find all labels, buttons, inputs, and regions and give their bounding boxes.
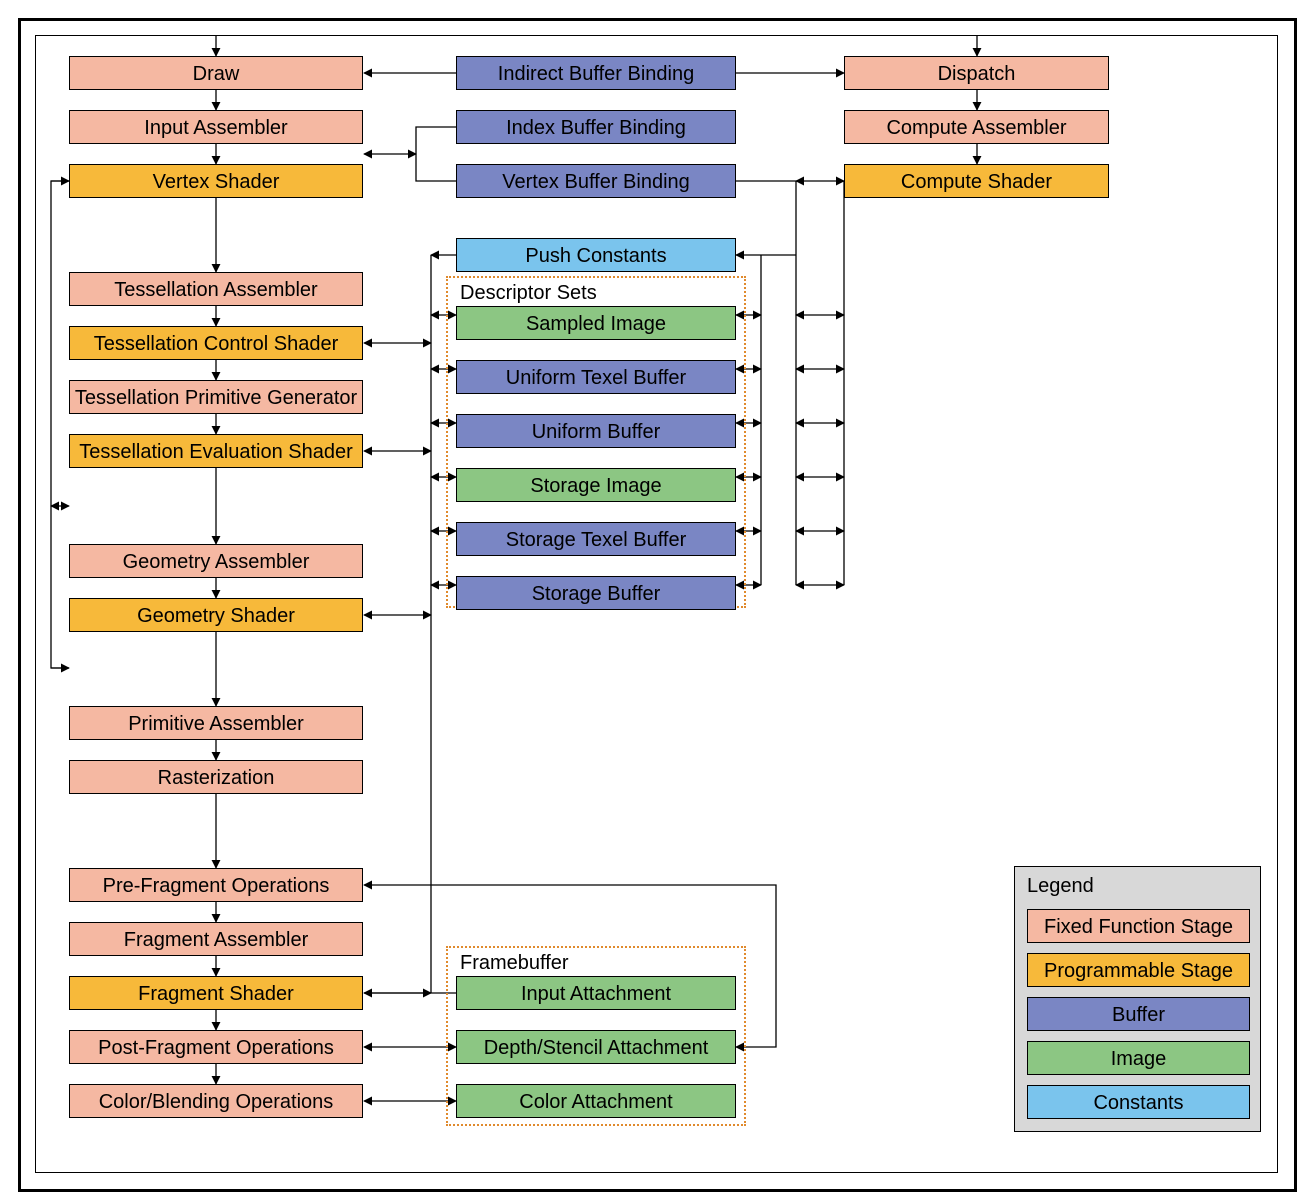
legend: Legend Fixed Function Stage Programmable… (1014, 866, 1261, 1132)
input-attachment: Input Attachment (456, 976, 736, 1010)
legend-buffer: Buffer (1027, 997, 1250, 1031)
legend-title: Legend (1027, 875, 1094, 898)
stage-tess-eval: Tessellation Evaluation Shader (69, 434, 363, 468)
color-attachment: Color Attachment (456, 1084, 736, 1118)
stage-tess-prim-gen: Tessellation Primitive Generator (69, 380, 363, 414)
stage-dispatch: Dispatch (844, 56, 1109, 90)
outer-frame: Draw Input Assembler Vertex Shader Tesse… (18, 18, 1297, 1192)
stage-tess-assembler: Tessellation Assembler (69, 272, 363, 306)
storage-texel-buffer: Storage Texel Buffer (456, 522, 736, 556)
depth-stencil-attachment: Depth/Stencil Attachment (456, 1030, 736, 1064)
uniform-buffer: Uniform Buffer (456, 414, 736, 448)
vertex-buffer-binding: Vertex Buffer Binding (456, 164, 736, 198)
stage-post-fragment: Post-Fragment Operations (69, 1030, 363, 1064)
stage-geom-assembler: Geometry Assembler (69, 544, 363, 578)
framebuffer-label: Framebuffer (460, 952, 569, 975)
uniform-texel-buffer: Uniform Texel Buffer (456, 360, 736, 394)
stage-rasterization: Rasterization (69, 760, 363, 794)
stage-tess-control: Tessellation Control Shader (69, 326, 363, 360)
stage-draw: Draw (69, 56, 363, 90)
legend-fixed: Fixed Function Stage (1027, 909, 1250, 943)
stage-fragment-shader: Fragment Shader (69, 976, 363, 1010)
stage-input-assembler: Input Assembler (69, 110, 363, 144)
legend-image: Image (1027, 1041, 1250, 1075)
stage-vertex-shader: Vertex Shader (69, 164, 363, 198)
stage-color-blend: Color/Blending Operations (69, 1084, 363, 1118)
indirect-buffer-binding: Indirect Buffer Binding (456, 56, 736, 90)
descriptor-sets-label: Descriptor Sets (460, 282, 597, 305)
sampled-image: Sampled Image (456, 306, 736, 340)
index-buffer-binding: Index Buffer Binding (456, 110, 736, 144)
stage-compute-assembler: Compute Assembler (844, 110, 1109, 144)
stage-prim-assembler: Primitive Assembler (69, 706, 363, 740)
push-constants: Push Constants (456, 238, 736, 272)
storage-buffer: Storage Buffer (456, 576, 736, 610)
stage-frag-assembler: Fragment Assembler (69, 922, 363, 956)
legend-constants: Constants (1027, 1085, 1250, 1119)
legend-programmable: Programmable Stage (1027, 953, 1250, 987)
stage-pre-fragment: Pre-Fragment Operations (69, 868, 363, 902)
storage-image: Storage Image (456, 468, 736, 502)
inner-frame: Draw Input Assembler Vertex Shader Tesse… (35, 35, 1278, 1173)
stage-geom-shader: Geometry Shader (69, 598, 363, 632)
stage-compute-shader: Compute Shader (844, 164, 1109, 198)
